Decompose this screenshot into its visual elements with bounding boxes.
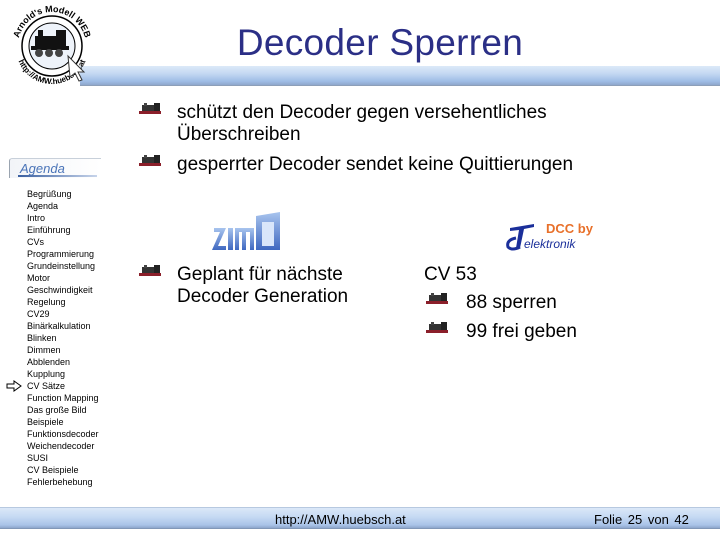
agenda-item[interactable]: Abblenden xyxy=(27,356,99,368)
agenda-item[interactable]: Funktionsdecoder xyxy=(27,428,99,440)
cv-sub-text: 88 sperren xyxy=(466,292,557,313)
agenda-header-label: Agenda xyxy=(20,161,65,176)
cv-sub-text: 99 frei geben xyxy=(466,321,577,342)
agenda-item[interactable]: Fehlerbehebung xyxy=(27,476,99,488)
cv-sub-item: 99 frei geben xyxy=(424,321,577,343)
agenda-item[interactable]: Begrüßung xyxy=(27,188,99,200)
agenda-item[interactable]: Intro xyxy=(27,212,99,224)
agenda-item[interactable]: Function Mapping xyxy=(27,392,99,404)
svg-text:elektronik: elektronik xyxy=(524,237,576,251)
agenda-item[interactable]: CVs xyxy=(27,236,99,248)
agenda-item[interactable]: Binärkalkulation xyxy=(27,320,99,332)
agenda-item[interactable]: Kupplung xyxy=(27,368,99,380)
bullet-item: schützt den Decoder gegen versehentliche… xyxy=(137,102,607,146)
cv-label: CV 53 xyxy=(424,264,477,285)
agenda-item[interactable]: Blinken xyxy=(27,332,99,344)
agenda-item[interactable]: Agenda xyxy=(27,200,99,212)
agenda-item[interactable]: SUSI xyxy=(27,452,99,464)
svg-text:DCC by: DCC by xyxy=(546,221,594,236)
slide-counter: Folie 25 von 42 xyxy=(594,512,689,527)
agenda-item[interactable]: Regelung xyxy=(27,296,99,308)
agenda-item[interactable]: Programmierung xyxy=(27,248,99,260)
agenda-item[interactable]: Motor xyxy=(27,272,99,284)
cv-sub-item: 88 sperren xyxy=(424,292,557,314)
agenda-list: Begrüßung Agenda Intro Einführung CVs Pr… xyxy=(27,188,99,488)
agenda-item[interactable]: Das große Bild xyxy=(27,404,99,416)
locomotive-bullet-icon xyxy=(139,103,161,114)
locomotive-bullet-icon xyxy=(139,265,161,276)
agenda-item[interactable]: Beispiele xyxy=(27,416,99,428)
locomotive-bullet-icon xyxy=(139,155,161,166)
locomotive-bullet-icon xyxy=(426,293,448,304)
agenda-header: Agenda xyxy=(9,158,101,178)
slide-title: Decoder Sperren xyxy=(236,22,524,63)
zimo-text: Geplant für nächste Decoder Generation xyxy=(177,264,349,307)
agenda-item[interactable]: Grundeinstellung xyxy=(27,260,99,272)
agenda-item[interactable]: CV Beispiele xyxy=(27,464,99,476)
bullet-text: schützt den Decoder gegen versehentliche… xyxy=(177,102,547,145)
agenda-item[interactable]: CV29 xyxy=(27,308,99,320)
zimo-logo xyxy=(212,212,280,250)
footer-bar: http://AMW.huebsch.at Folie 25 von 42 xyxy=(0,507,720,529)
zimo-bullet: Geplant für nächste Decoder Generation xyxy=(137,264,377,308)
agenda-item[interactable]: Weichendecoder xyxy=(27,440,99,452)
title-band xyxy=(80,66,720,86)
dcc-telektronik-logo: DCC by elektronik xyxy=(506,221,594,251)
agenda-item[interactable]: Dimmen xyxy=(27,344,99,356)
agenda-item[interactable]: Einführung xyxy=(27,224,99,236)
amw-logo: Arnold's Modell WEB http://AMW.huebsch.a… xyxy=(11,4,93,86)
footer-url[interactable]: http://AMW.huebsch.at xyxy=(275,512,406,527)
current-item-arrow-icon xyxy=(6,380,22,392)
bullet-text: gesperrter Decoder sendet keine Quittier… xyxy=(177,154,574,175)
bullet-item: gesperrter Decoder sendet keine Quittier… xyxy=(137,154,573,176)
locomotive-bullet-icon xyxy=(426,322,448,333)
agenda-item-current[interactable]: CV Sätze xyxy=(27,380,99,392)
agenda-item[interactable]: Geschwindigkeit xyxy=(27,284,99,296)
